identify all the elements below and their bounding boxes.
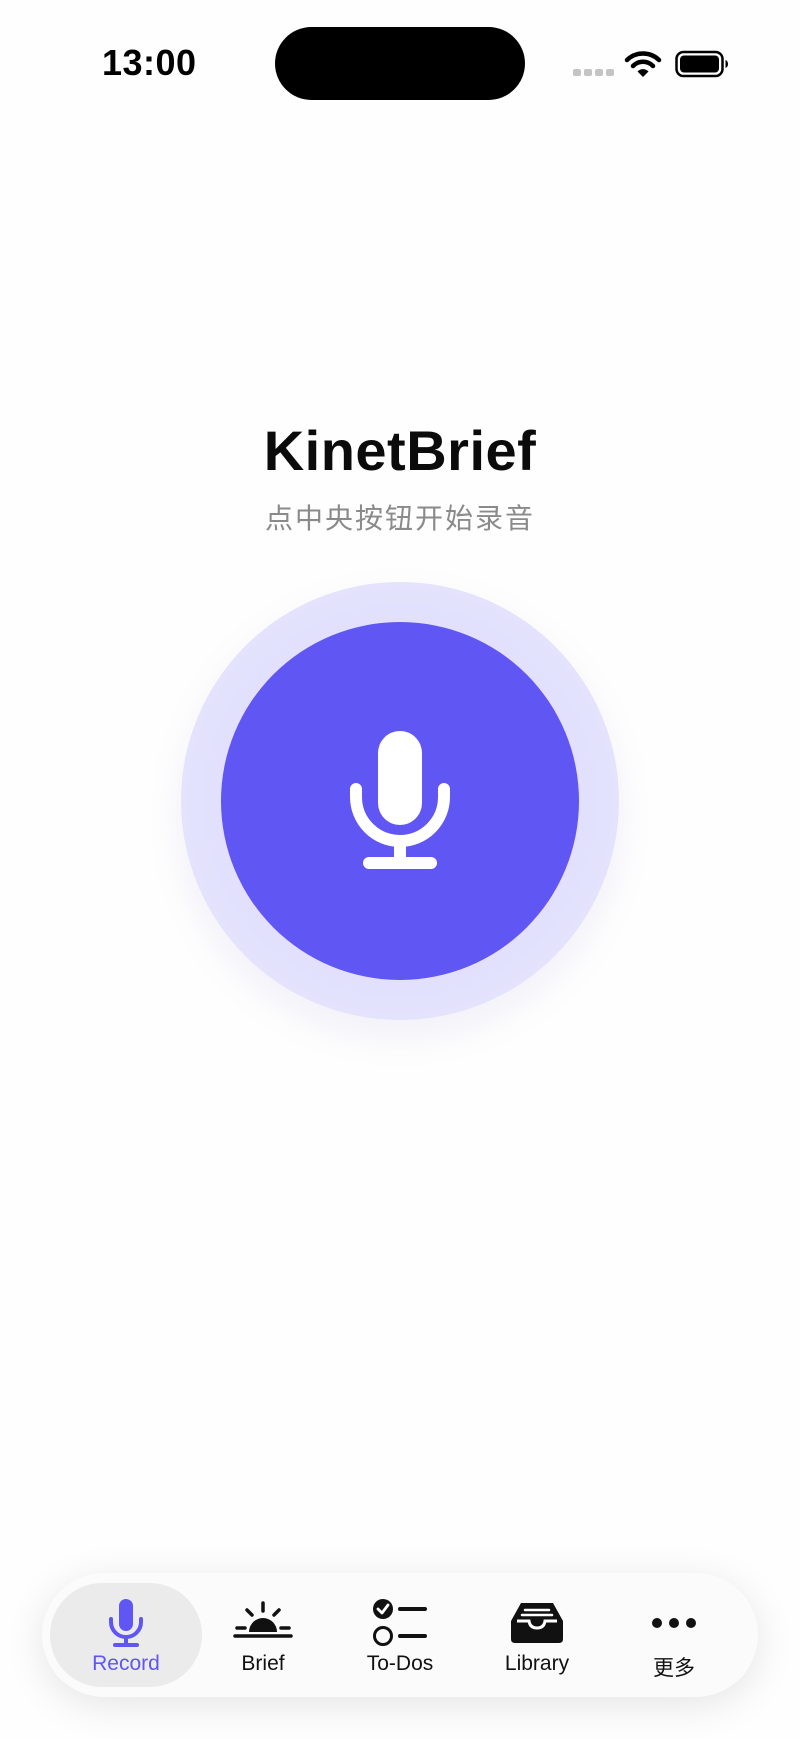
record-screen: 13:00 KinetBrief 点中央按钮开始录音 Record Brief … bbox=[0, 0, 800, 1739]
app-title: KinetBrief bbox=[263, 419, 537, 482]
tab-more-label: 更多 bbox=[653, 1656, 695, 1680]
tab-brief-label: Brief bbox=[241, 1652, 285, 1675]
tab-library[interactable]: Library bbox=[461, 1583, 613, 1687]
tab-record[interactable]: Record bbox=[50, 1583, 202, 1687]
tab-brief[interactable]: Brief bbox=[187, 1583, 339, 1687]
tab-bar: Record Brief To-Dos Library 更多 bbox=[42, 1573, 758, 1697]
tab-library-label: Library bbox=[504, 1652, 570, 1675]
battery-icon bbox=[675, 50, 728, 78]
microphone-icon bbox=[350, 731, 450, 869]
status-time: 13:00 bbox=[102, 42, 197, 83]
wifi-icon bbox=[624, 51, 662, 77]
tab-todos-label: To-Dos bbox=[366, 1652, 434, 1675]
checklist-icon bbox=[373, 1599, 427, 1646]
tab-todos[interactable]: To-Dos bbox=[324, 1583, 476, 1687]
ellipsis-icon bbox=[652, 1618, 696, 1628]
tab-record-label: Record bbox=[92, 1652, 160, 1675]
microphone-icon bbox=[109, 1599, 143, 1647]
record-button[interactable] bbox=[221, 622, 579, 980]
dynamic-island bbox=[275, 27, 525, 100]
cellular-signal-icon bbox=[573, 69, 614, 76]
tab-more[interactable]: 更多 bbox=[598, 1583, 750, 1687]
inbox-tray-icon bbox=[511, 1603, 563, 1643]
sunrise-icon bbox=[233, 1601, 293, 1638]
record-hint: 点中央按钮开始录音 bbox=[264, 502, 535, 535]
